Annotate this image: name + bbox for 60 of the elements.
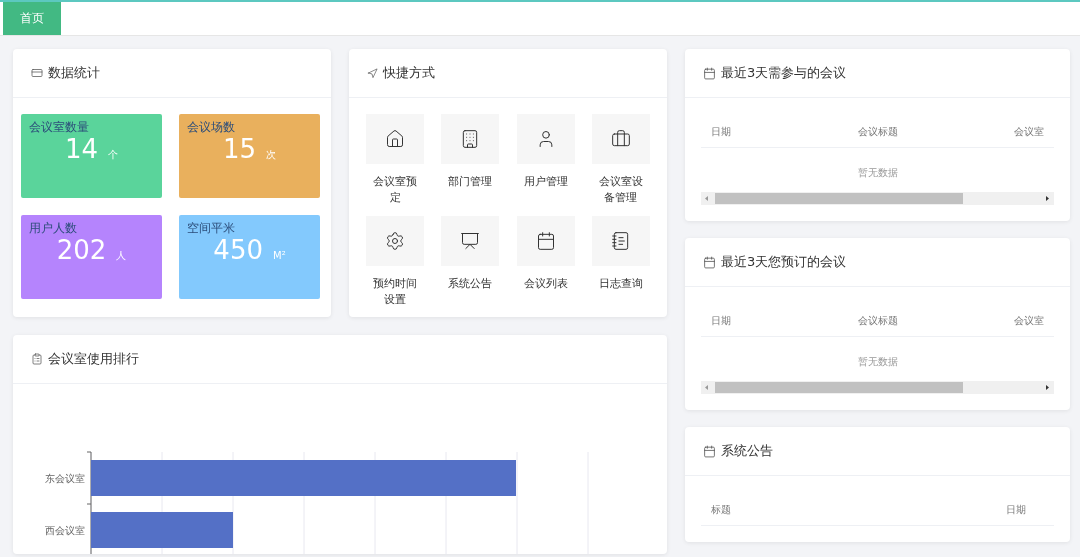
scrollbar[interactable] bbox=[701, 192, 1054, 205]
empty-message: 暂无数据 bbox=[856, 355, 899, 369]
calendar-icon bbox=[703, 255, 716, 269]
column-header: 会议标题 bbox=[857, 313, 898, 328]
calendar-icon bbox=[703, 66, 716, 80]
shortcut-label[interactable]: 日志查询 bbox=[596, 276, 646, 308]
shortcut-tile[interactable] bbox=[516, 216, 575, 266]
card-title: 系统公告 bbox=[721, 442, 773, 460]
stat-value: 202 bbox=[56, 235, 107, 265]
column-header: 会议室 bbox=[1014, 313, 1044, 328]
card-title: 数据统计 bbox=[48, 64, 100, 82]
shortcut-tile[interactable] bbox=[441, 114, 500, 164]
calendar-icon bbox=[703, 444, 716, 458]
shortcut-label[interactable]: 预约时间设置 bbox=[370, 276, 420, 308]
column-header: 会议标题 bbox=[857, 124, 898, 139]
navigation-icon bbox=[367, 67, 378, 79]
calendar-icon bbox=[535, 231, 556, 251]
stat-value: 15 bbox=[222, 134, 257, 164]
bar-label: 西会议室 bbox=[45, 525, 85, 536]
stat-unit: 人 bbox=[116, 249, 127, 263]
stat-label: 会议场数 bbox=[187, 119, 236, 136]
home-icon bbox=[385, 129, 405, 149]
shortcut-label[interactable]: 用户管理 bbox=[520, 174, 571, 206]
shortcut-tile[interactable] bbox=[366, 216, 424, 266]
shortcut-label[interactable]: 会议室预定 bbox=[370, 174, 420, 206]
shortcut-tile[interactable] bbox=[592, 114, 650, 164]
notebook-icon bbox=[611, 231, 631, 251]
clipboard-icon bbox=[31, 353, 43, 365]
card-title: 快捷方式 bbox=[383, 64, 435, 82]
stat-label: 空间平米 bbox=[187, 220, 236, 237]
column-header: 日期 bbox=[711, 124, 731, 139]
stat-value: 450 bbox=[213, 235, 263, 265]
card-title: 会议室使用排行 bbox=[48, 350, 139, 368]
shortcut-label[interactable]: 系统公告 bbox=[445, 276, 496, 308]
card-icon bbox=[31, 67, 43, 79]
card-title: 最近3天需参与的会议 bbox=[721, 64, 847, 82]
stat-unit: 次 bbox=[266, 148, 277, 162]
stat-unit: 个 bbox=[108, 148, 119, 162]
shortcut-tile[interactable] bbox=[592, 216, 650, 266]
column-header: 标题 bbox=[711, 502, 731, 517]
empty-message: 暂无数据 bbox=[856, 166, 899, 180]
shortcut-label[interactable]: 部门管理 bbox=[445, 174, 496, 206]
stat-label: 会议室数量 bbox=[29, 119, 90, 136]
column-header: 日期 bbox=[711, 313, 731, 328]
shortcut-tile[interactable] bbox=[516, 114, 575, 164]
shortcut-label[interactable]: 会议室设备管理 bbox=[596, 174, 646, 206]
column-header: 日期 bbox=[1006, 502, 1027, 517]
stat-unit: M² bbox=[273, 250, 286, 261]
stat-label: 用户人数 bbox=[29, 220, 78, 237]
bar-label: 东会议室 bbox=[45, 473, 85, 484]
easel-icon bbox=[460, 231, 481, 251]
column-header: 会议室 bbox=[1014, 124, 1044, 139]
briefcase-icon bbox=[611, 129, 631, 149]
card-title: 最近3天您预订的会议 bbox=[721, 253, 847, 271]
shortcut-tile[interactable] bbox=[441, 216, 500, 266]
stat-value: 14 bbox=[64, 134, 99, 164]
scrollbar[interactable] bbox=[701, 381, 1054, 394]
gear-icon bbox=[385, 231, 405, 251]
shortcut-label[interactable]: 会议列表 bbox=[520, 276, 571, 308]
shortcut-tile[interactable] bbox=[366, 114, 424, 164]
